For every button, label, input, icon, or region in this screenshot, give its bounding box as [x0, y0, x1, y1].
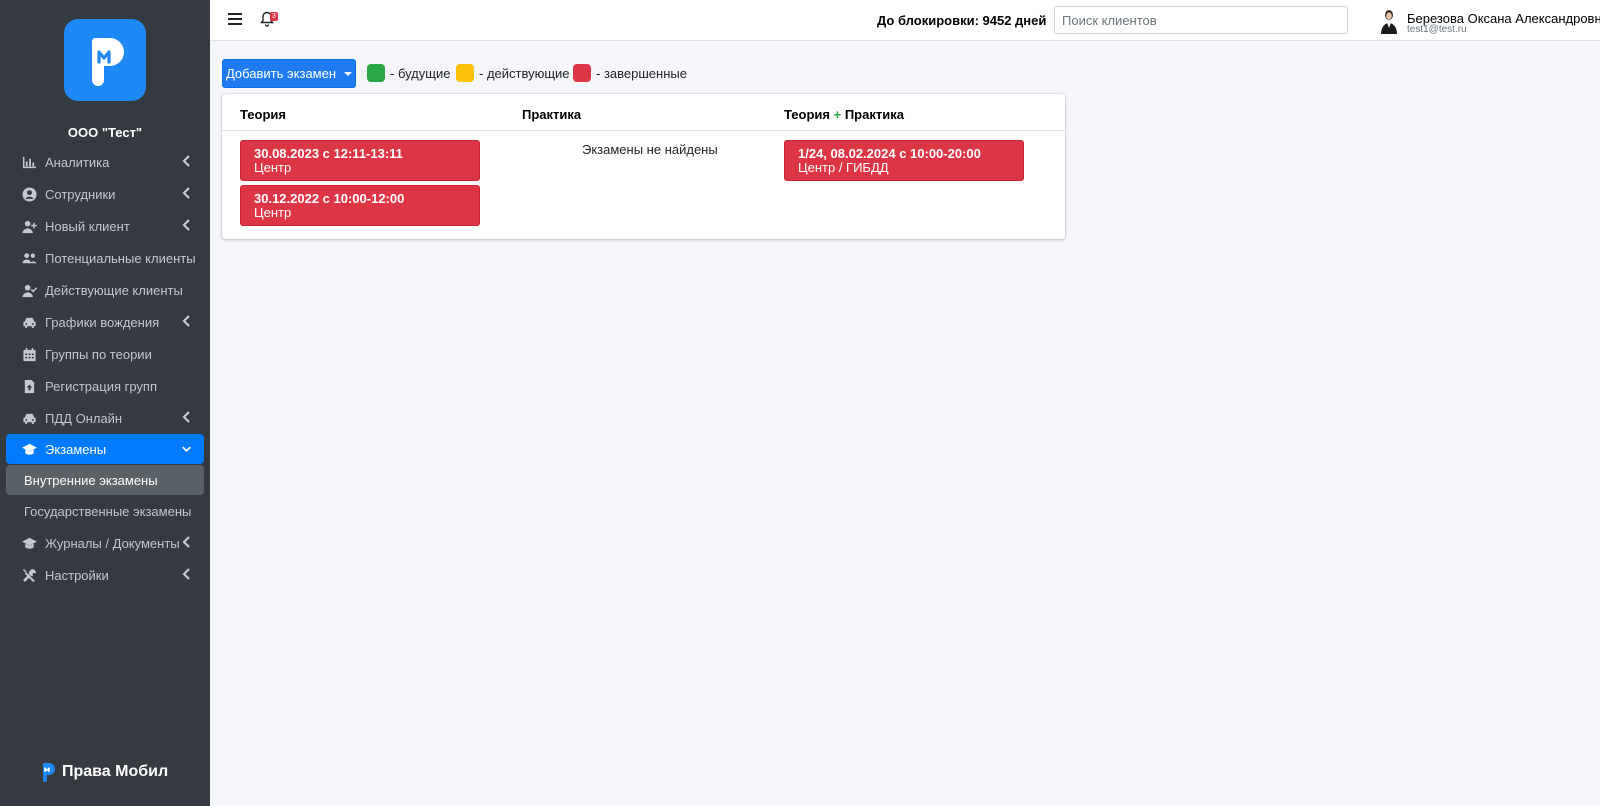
- table-header-divider: [222, 130, 1065, 131]
- sidebar-item-label: Журналы / Документы: [45, 535, 180, 551]
- chart-icon: [21, 154, 37, 170]
- notification-badge: 3: [270, 12, 278, 21]
- add-exam-button[interactable]: Добавить экзамен: [222, 59, 356, 88]
- avatar[interactable]: [1378, 8, 1400, 34]
- sidebar-item-label: Новый клиент: [45, 218, 130, 234]
- brand-footer[interactable]: Права Мобил: [40, 762, 168, 782]
- users-icon: [21, 250, 37, 266]
- car-icon: [21, 410, 37, 426]
- practice-empty-message: Экзамены не найдены: [582, 142, 718, 157]
- exams-table-card: Теория Практика Теория + Практика 30.08.…: [222, 94, 1065, 239]
- legend-swatch-yellow: [456, 64, 474, 82]
- sidebar-item-active-clients[interactable]: Действующие клиенты: [0, 274, 210, 306]
- exam-card[interactable]: 30.08.2023 с 12:11-13:11 Центр: [240, 140, 480, 181]
- sidebar-item-exams[interactable]: Экзамены: [6, 434, 204, 464]
- sidebar-item-label: Экзамены: [45, 441, 107, 457]
- add-exam-label: Добавить экзамен: [225, 66, 337, 81]
- app-logo[interactable]: [64, 19, 146, 101]
- sidebar-item-journals-documents[interactable]: Журналы / Документы: [0, 527, 210, 559]
- tools-icon: [21, 567, 37, 583]
- user-email: test1@test.ru: [1407, 24, 1467, 35]
- legend-label: - действующие: [479, 65, 570, 81]
- sidebar-item-label: Регистрация групп: [45, 378, 158, 394]
- exam-card[interactable]: 30.12.2022 с 10:00-12:00 Центр: [240, 185, 480, 226]
- header-plus: +: [833, 107, 842, 122]
- company-name: ООО "Тест": [67, 125, 143, 140]
- topbar: 3 До блокировки: 9452 дней Березова Окса…: [210, 0, 1600, 41]
- exam-card[interactable]: 1/24, 08.02.2024 с 10:00-20:00 Центр / Г…: [784, 140, 1024, 181]
- caret-down-icon: [344, 71, 353, 76]
- chevron-left-icon: [182, 568, 192, 582]
- sidebar-item-label: ПДД Онлайн: [45, 410, 123, 426]
- sidebar-subitem-internal-exams[interactable]: Внутренние экзамены: [6, 465, 204, 495]
- sidebar-nav: Аналитика Сотрудники Новый клиент Потенц…: [0, 146, 210, 591]
- sidebar-item-label: Потенциальные клиенты: [45, 250, 196, 266]
- sidebar-item-label: Графики вождения: [45, 314, 160, 330]
- sidebar-item-group-registration[interactable]: Регистрация групп: [0, 370, 210, 402]
- user-plus-icon: [21, 218, 37, 234]
- sidebar-item-analytics[interactable]: Аналитика: [0, 146, 210, 178]
- menu-toggle-icon[interactable]: [228, 13, 242, 25]
- blocking-counter: До блокировки: 9452 дней: [877, 13, 1047, 28]
- search-clients-input[interactable]: [1054, 6, 1348, 34]
- user-check-icon: [21, 282, 37, 298]
- chevron-left-icon: [182, 315, 192, 329]
- exam-place: Центр / ГИБДД: [798, 160, 889, 175]
- sidebar-item-employees[interactable]: Сотрудники: [0, 178, 210, 210]
- user-circle-icon: [21, 186, 37, 202]
- legend-label: - завершенные: [596, 65, 687, 81]
- brand-name: Права Мобил: [62, 763, 169, 780]
- exam-date: 1/24, 08.02.2024 с 10:00-20:00: [798, 146, 981, 161]
- sidebar-item-new-client[interactable]: Новый клиент: [0, 210, 210, 242]
- header-part: Практика: [844, 107, 904, 122]
- graduation-cap-icon: [21, 441, 37, 457]
- chevron-left-icon: [182, 219, 192, 233]
- sidebar-item-label: Действующие клиенты: [45, 282, 183, 298]
- chevron-down-icon: [182, 443, 192, 457]
- chevron-left-icon: [182, 536, 192, 550]
- file-upload-icon: [21, 378, 37, 394]
- sidebar-item-label: Сотрудники: [45, 186, 116, 202]
- legend-label: - будущие: [390, 65, 451, 81]
- sidebar: ООО "Тест" Аналитика Сотрудники Новый кл…: [0, 0, 210, 806]
- sidebar-item-driving-schedule[interactable]: Графики вождения: [0, 306, 210, 338]
- legend-swatch-red: [573, 64, 591, 82]
- legend-current: - действующие: [456, 64, 570, 82]
- sidebar-item-label: Настройки: [45, 567, 109, 583]
- column-header-practice: Практика: [522, 107, 582, 122]
- column-header-theory-practice: Теория + Практика: [784, 107, 904, 122]
- chevron-left-icon: [182, 411, 192, 425]
- calendar-icon: [21, 346, 37, 362]
- column-header-theory: Теория: [240, 107, 286, 122]
- header-part: Теория: [784, 107, 830, 122]
- logo-icon: [91, 38, 124, 86]
- chevron-left-icon: [182, 155, 192, 169]
- exam-date: 30.08.2023 с 12:11-13:11: [254, 146, 403, 161]
- legend-finished: - завершенные: [573, 64, 687, 82]
- legend-future: - будущие: [367, 64, 450, 82]
- sidebar-subitem-state-exams[interactable]: Государственные экзамены: [0, 496, 210, 527]
- exam-date: 30.12.2022 с 10:00-12:00: [254, 191, 405, 206]
- exam-place: Центр: [254, 160, 292, 175]
- sidebar-item-label: Группы по теории: [45, 346, 152, 362]
- exam-place: Центр: [254, 205, 292, 220]
- brand-logo-icon: [43, 763, 55, 782]
- sidebar-item-theory-groups[interactable]: Группы по теории: [0, 338, 210, 370]
- notifications-button[interactable]: 3: [260, 11, 280, 31]
- legend-swatch-green: [367, 64, 385, 82]
- sidebar-item-label: Аналитика: [45, 154, 110, 170]
- chevron-left-icon: [182, 187, 192, 201]
- sidebar-item-settings[interactable]: Настройки: [0, 559, 210, 591]
- car-icon: [21, 314, 37, 330]
- sidebar-item-pdd-online[interactable]: ПДД Онлайн: [0, 402, 210, 434]
- graduation-cap-icon: [21, 535, 37, 551]
- sidebar-item-potential-clients[interactable]: Потенциальные клиенты: [0, 242, 210, 274]
